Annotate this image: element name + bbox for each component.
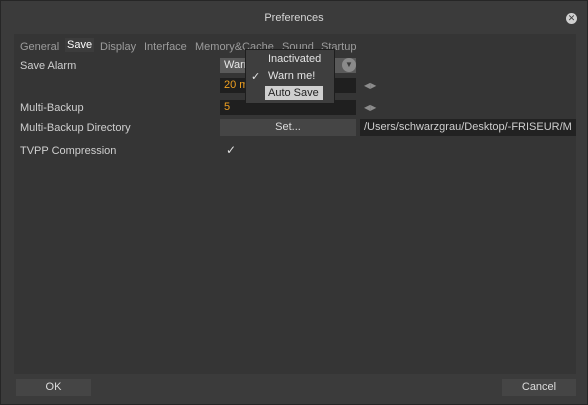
- save-alarm-label: Save Alarm: [20, 60, 77, 72]
- chevron-down-icon: ▼: [342, 58, 356, 72]
- multi-backup-stepper-icon[interactable]: ◀▶: [364, 103, 376, 112]
- menu-item-inactivated[interactable]: Inactivated: [268, 53, 321, 65]
- ok-button[interactable]: OK: [16, 379, 91, 396]
- tab-general[interactable]: General: [20, 41, 59, 53]
- title-bar[interactable]: Preferences ✕: [1, 1, 587, 34]
- multi-backup-directory-label: Multi-Backup Directory: [20, 122, 131, 134]
- preferences-window: Preferences ✕ General Save Display Inter…: [0, 0, 588, 405]
- tab-display[interactable]: Display: [100, 41, 136, 53]
- tvpp-compression-label: TVPP Compression: [20, 145, 117, 157]
- window-title: Preferences: [264, 12, 324, 24]
- cancel-button[interactable]: Cancel: [502, 379, 576, 396]
- save-alarm-dropdown-menu: Inactivated ✓ Warn me! Auto Save: [245, 49, 335, 104]
- tab-save[interactable]: Save: [65, 38, 95, 52]
- checkmark-icon: ✓: [251, 71, 261, 83]
- close-icon[interactable]: ✕: [566, 13, 577, 24]
- menu-item-warn-me[interactable]: Warn me!: [268, 70, 315, 82]
- multi-backup-label: Multi-Backup: [20, 102, 84, 114]
- tvpp-compression-checkbox[interactable]: ✓: [226, 143, 236, 157]
- backup-directory-path[interactable]: /Users/schwarzgrau/Desktop/-FRISEUR/M: [360, 119, 576, 136]
- save-alarm-interval-stepper-icon[interactable]: ◀▶: [364, 81, 376, 90]
- tab-interface[interactable]: Interface: [144, 41, 187, 53]
- menu-item-auto-save[interactable]: Auto Save: [265, 86, 323, 100]
- set-directory-button[interactable]: Set...: [220, 119, 356, 136]
